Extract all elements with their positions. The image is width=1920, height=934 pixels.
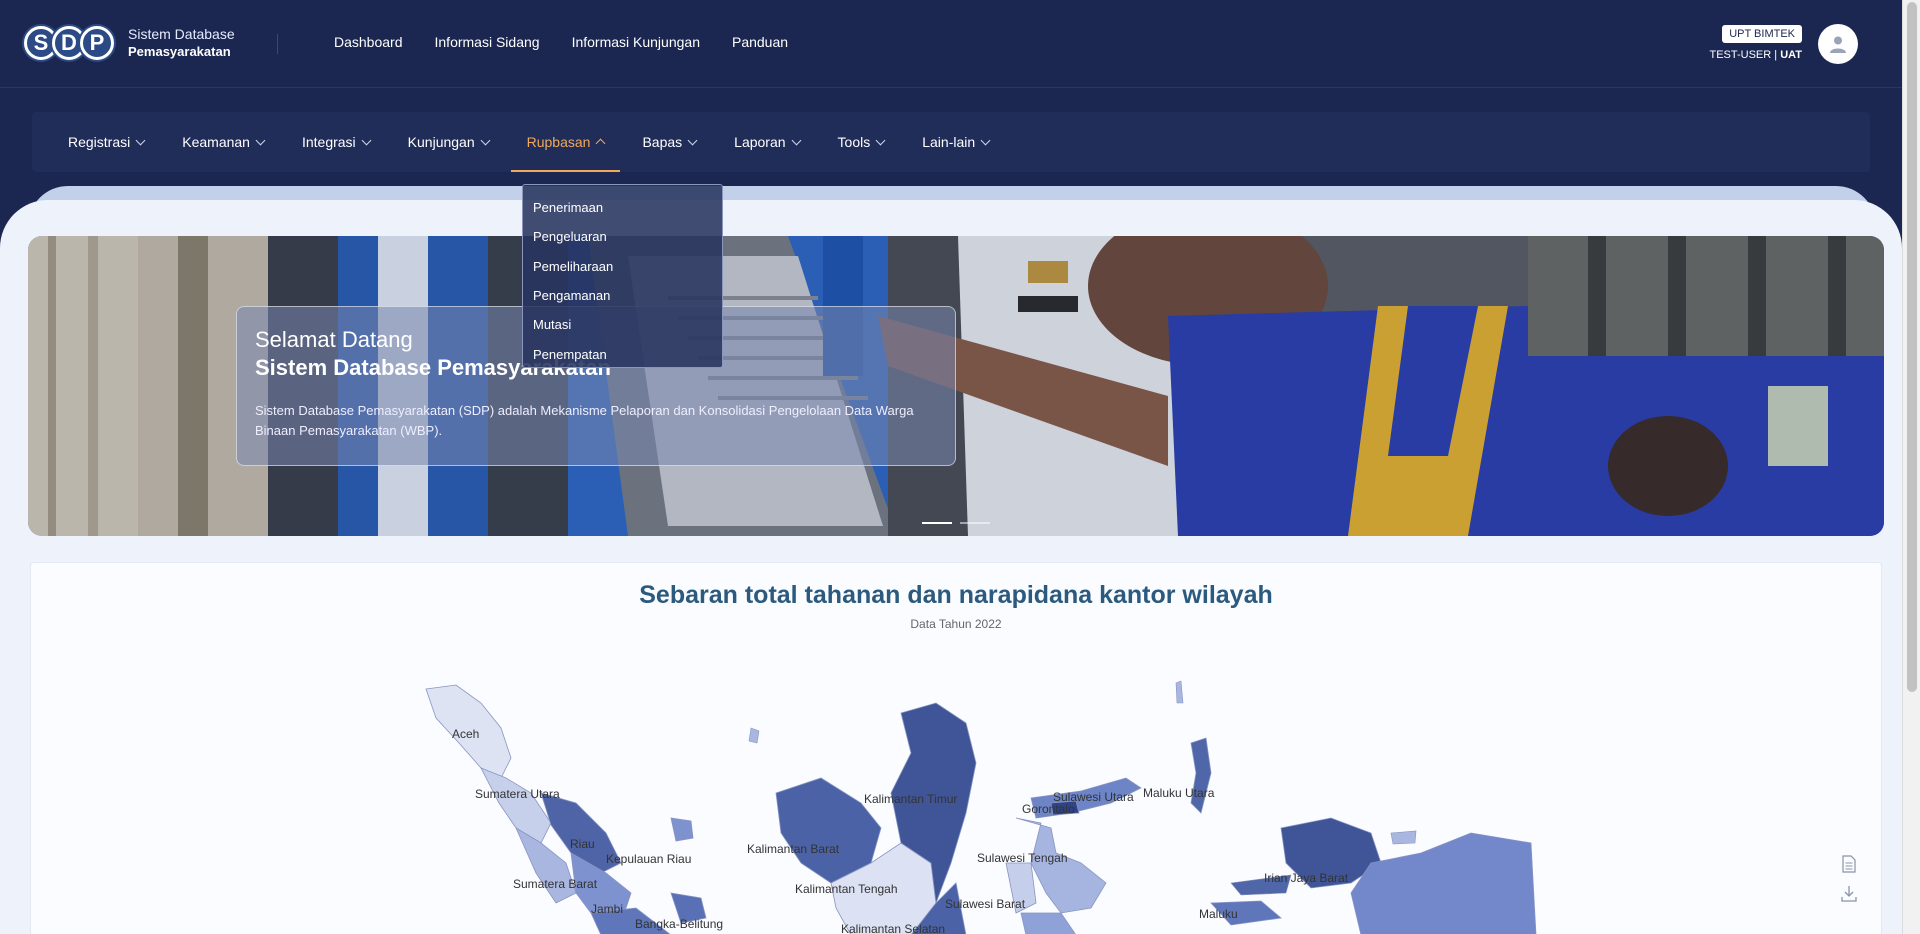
- nav-panduan[interactable]: Panduan: [732, 34, 788, 50]
- chevron-down-icon: [135, 135, 146, 145]
- app-name: Sistem Database Pemasyarakatan: [128, 26, 235, 60]
- rupbasan-dropdown-menu: Penerimaan Pengeluaran Pemeliharaan Peng…: [522, 184, 723, 368]
- app-logo[interactable]: S D P Sistem Database Pemasyarakatan: [24, 22, 235, 64]
- dropdown-item-pemeliharaan[interactable]: Pemeliharaan: [523, 252, 722, 281]
- label-kalimantan-selatan: Kalimantan Selatan: [841, 922, 945, 934]
- carousel-dot-2[interactable]: [960, 522, 990, 524]
- menu-integrasi[interactable]: Integrasi: [286, 112, 386, 172]
- logo-mark: S D P: [24, 26, 114, 60]
- distribution-map-card: Sebaran total tahanan dan narapidana kan…: [30, 562, 1882, 934]
- label-irian-jaya-barat: Irian Jaya Barat: [1264, 871, 1349, 885]
- menu-bapas[interactable]: Bapas: [626, 112, 712, 172]
- page-scrollbar[interactable]: [1902, 0, 1920, 934]
- label-gorontalo: Gorontalo: [1022, 802, 1075, 816]
- region-sumatera-utara: [480, 767, 552, 844]
- user-info: UPT BIMTEK TEST-USER | UAT: [1709, 24, 1802, 61]
- chevron-down-icon: [875, 135, 886, 145]
- dropdown-item-pengeluaran[interactable]: Pengeluaran: [523, 222, 722, 251]
- menu-lain-lain[interactable]: Lain-lain: [906, 112, 1005, 172]
- label-maluku: Maluku: [1199, 907, 1238, 921]
- user-icon: [1830, 36, 1846, 53]
- dropdown-item-penerimaan[interactable]: Penerimaan: [523, 193, 722, 222]
- dropdown-item-pengamanan[interactable]: Pengamanan: [523, 281, 722, 310]
- chevron-down-icon: [980, 135, 991, 145]
- indonesia-map[interactable]: Aceh Sumatera Utara Riau Kepulauan Riau …: [31, 563, 1881, 934]
- dropdown-item-penempatan[interactable]: Penempatan: [523, 339, 722, 368]
- chevron-up-icon: [596, 138, 606, 149]
- carousel-dot-1[interactable]: [922, 522, 952, 524]
- label-sulawesi-barat: Sulawesi Barat: [945, 897, 1026, 911]
- menu-rupbasan[interactable]: Rupbasan: [510, 112, 621, 172]
- username: TEST-USER: [1709, 49, 1772, 61]
- carousel-indicators: [922, 522, 990, 524]
- unit-badge: UPT BIMTEK: [1722, 25, 1802, 43]
- label-sumatera-barat: Sumatera Barat: [513, 877, 598, 891]
- hero-banner: Selamat Datang Sistem Database Pemasyara…: [28, 236, 1884, 536]
- label-sumatera-utara: Sumatera Utara: [475, 787, 560, 801]
- menu-lain-lain-label: Lain-lain: [922, 134, 976, 150]
- chevron-down-icon: [480, 135, 491, 145]
- top-nav: Dashboard Informasi Sidang Informasi Kun…: [334, 34, 788, 50]
- menu-tools-label: Tools: [837, 134, 871, 150]
- menu-laporan[interactable]: Laporan: [718, 112, 815, 172]
- label-bangka-belitung: Bangka-Belitung: [635, 917, 723, 931]
- label-maluku-utara: Maluku Utara: [1143, 786, 1215, 800]
- scrollbar-thumb[interactable]: [1907, 2, 1917, 692]
- label-sulawesi-tengah: Sulawesi Tengah: [977, 851, 1068, 865]
- welcome-description: Sistem Database Pemasyarakatan (SDP) ada…: [255, 403, 914, 438]
- menu-bapas-label: Bapas: [642, 134, 683, 150]
- app-name-line2: Pemasyarakatan: [128, 44, 231, 59]
- menu-registrasi[interactable]: Registrasi: [52, 112, 160, 172]
- menu-kunjungan-label: Kunjungan: [407, 134, 475, 150]
- user-line: TEST-USER | UAT: [1709, 49, 1802, 61]
- menu-keamanan[interactable]: Keamanan: [166, 112, 280, 172]
- menu-rupbasan-label: Rupbasan: [526, 134, 591, 150]
- menu-keamanan-label: Keamanan: [182, 134, 250, 150]
- menu-integrasi-label: Integrasi: [301, 134, 356, 150]
- menu-kunjungan[interactable]: Kunjungan: [392, 112, 505, 172]
- header-divider: [277, 34, 278, 54]
- label-riau: Riau: [570, 837, 595, 851]
- region-maluku-utara: [1190, 737, 1212, 814]
- nav-dashboard[interactable]: Dashboard: [334, 34, 403, 50]
- chevron-down-icon: [791, 135, 801, 145]
- nav-informasi-sidang[interactable]: Informasi Sidang: [435, 34, 540, 50]
- label-jambi: Jambi: [591, 902, 623, 916]
- map-tools: [1841, 855, 1857, 903]
- top-header: S D P Sistem Database Pemasyarakatan Das…: [0, 0, 1902, 88]
- label-sulawesi-utara: Sulawesi Utara: [1053, 790, 1134, 804]
- logo-letter-p: P: [80, 26, 114, 60]
- menu-laporan-label: Laporan: [734, 134, 786, 150]
- region-sulawesi-selatan: [1020, 912, 1076, 934]
- region-kepri: [670, 817, 694, 842]
- user-avatar[interactable]: [1818, 24, 1858, 64]
- label-kalimantan-timur: Kalimantan Timur: [864, 792, 957, 806]
- chevron-down-icon: [361, 135, 372, 145]
- nav-informasi-kunjungan[interactable]: Informasi Kunjungan: [572, 34, 700, 50]
- chevron-down-icon: [255, 135, 266, 145]
- dropdown-item-mutasi[interactable]: Mutasi: [523, 310, 722, 339]
- document-icon[interactable]: [1841, 855, 1857, 873]
- chevron-down-icon: [687, 135, 698, 145]
- label-kalimantan-barat: Kalimantan Barat: [747, 842, 840, 856]
- menu-registrasi-label: Registrasi: [68, 134, 131, 150]
- main-menu: Registrasi Keamanan Integrasi Kunjungan …: [32, 112, 1870, 172]
- label-kalimantan-tengah: Kalimantan Tengah: [795, 882, 898, 896]
- region-papua: [1350, 832, 1537, 934]
- label-kepulauan-riau: Kepulauan Riau: [606, 852, 691, 866]
- user-separator: |: [1774, 49, 1778, 61]
- download-icon[interactable]: [1841, 885, 1857, 903]
- environment-label: UAT: [1780, 49, 1802, 61]
- label-aceh: Aceh: [452, 727, 479, 741]
- app-name-line1: Sistem Database: [128, 26, 235, 42]
- menu-tools[interactable]: Tools: [822, 112, 901, 172]
